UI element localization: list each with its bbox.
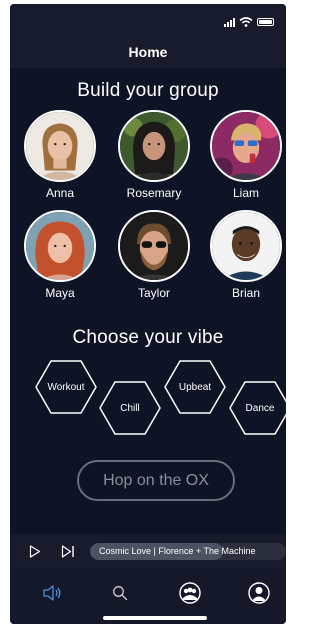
tab-bar [10,568,286,624]
status-bar [10,4,286,36]
person-name: Taylor [137,286,170,300]
person-name: Brian [231,286,260,300]
tab-speaker[interactable] [38,579,66,607]
vibe-label: Workout [47,381,85,393]
phone-screen: Home Build your group Anna Rosemary Liam… [10,4,286,624]
person-card-taylor[interactable]: Taylor [114,210,194,300]
group-icon [179,582,201,604]
track-progress-bar[interactable]: Cosmic Love | Florence + The Machine [90,543,286,560]
vibe-label: Dance [245,402,275,414]
tab-profile[interactable] [245,579,273,607]
person-card-anna[interactable]: Anna [20,110,100,200]
speaker-icon [43,585,61,601]
tab-group[interactable] [176,579,204,607]
person-card-liam[interactable]: Liam [206,110,286,200]
tab-search[interactable] [106,579,134,607]
vibe-label: Chill [120,402,140,414]
mini-player: Cosmic Love | Florence + The Machine [10,534,286,568]
vibe-option-upbeat[interactable]: Upbeat [163,359,227,415]
avatar [118,110,190,182]
person-card-rosemary[interactable]: Rosemary [114,110,194,200]
search-icon [113,586,128,601]
person-name: Anna [45,186,75,200]
page-title: Home [128,44,168,60]
skip-forward-icon[interactable] [61,545,75,558]
person-card-maya[interactable]: Maya [20,210,100,300]
avatar [210,210,282,282]
avatar [24,110,96,182]
person-card-brian[interactable]: Brian [206,210,286,300]
avatar [210,110,282,182]
profile-icon [248,582,270,604]
person-name: Maya [45,286,75,300]
person-name: Rosemary [126,186,182,200]
navigation-bar: Home [10,36,286,68]
play-icon[interactable] [29,545,41,558]
cellular-signal-icon [224,17,235,27]
build-group-title: Build your group [77,80,219,101]
now-playing-track: Cosmic Love | Florence + The Machine [99,546,256,556]
wifi-icon [239,17,253,27]
vibe-option-workout[interactable]: Workout [34,359,98,415]
vibe-option-chill[interactable]: Chill [98,380,162,436]
person-name: Liam [232,186,259,200]
avatar [24,210,96,282]
choose-vibe-title: Choose your vibe [72,327,224,348]
battery-icon [257,18,274,26]
vibe-option-dance[interactable]: Dance [228,380,286,436]
avatar [118,210,190,282]
vibe-label: Upbeat [178,381,212,393]
home-indicator [103,616,207,620]
hop-on-button[interactable]: Hop on the OX [77,460,235,501]
